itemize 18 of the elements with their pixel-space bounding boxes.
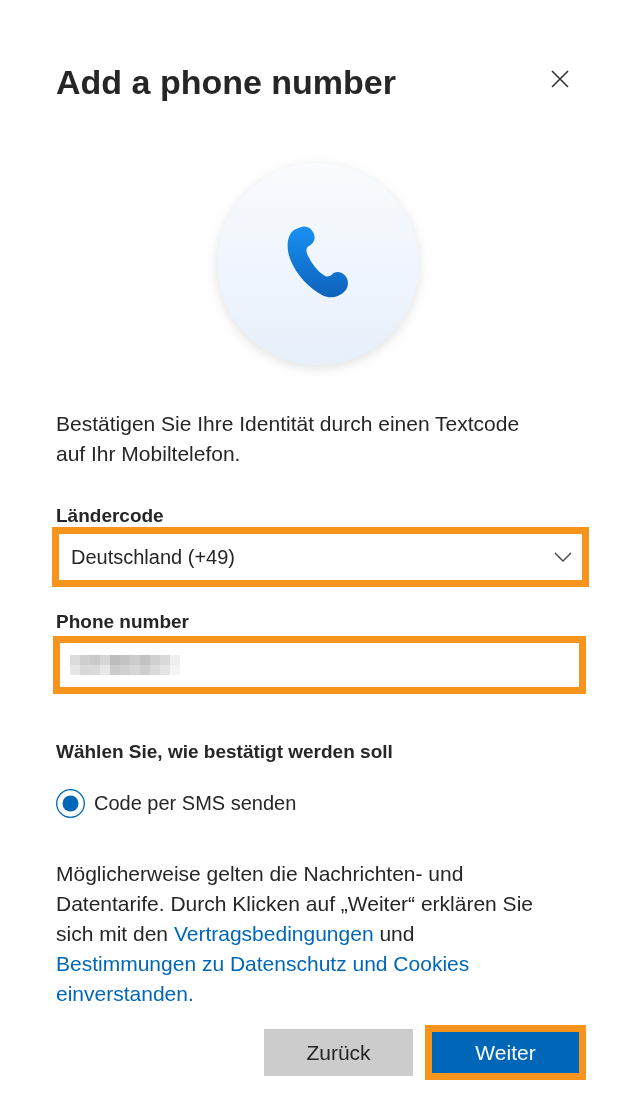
field-label: Ländercode xyxy=(56,505,165,527)
text-link[interactable]: Vertragsbedingungen xyxy=(173,922,374,945)
text-link[interactable]: einverstanden. xyxy=(56,982,194,1005)
country-code-select[interactable]: Deutschland (+49) xyxy=(52,527,589,587)
next-button[interactable]: Weiter xyxy=(425,1025,586,1080)
section-label: Wählen Sie, wie bestätigt werden soll xyxy=(56,741,394,763)
terms-notice: Möglicherweise gelten die Nachrichten- und Datentarife. Durch Klicken auf „Weiter“ erklären Sie sich mit den Vertragsbedingungen und Bestimmungen zu Datenschutz und Cookies einverstanden. xyxy=(56,861,534,1007)
dialog-title: Add a phone number xyxy=(56,62,396,102)
field-label: Phone number xyxy=(56,611,190,633)
radio-button[interactable] xyxy=(56,789,85,818)
radio-label[interactable]: Code per SMS senden xyxy=(94,789,297,818)
intro-text: Bestätigen Sie Ihre Identität durch einen Textcode auf Ihr Mobiltelefon. xyxy=(56,411,521,467)
back-button[interactable]: Zurück xyxy=(264,1029,413,1076)
close-icon xyxy=(551,70,569,88)
phone-number-field[interactable] xyxy=(53,636,586,694)
chevron-down-icon xyxy=(554,552,572,562)
text-link[interactable]: Bestimmungen zu Datenschutz und Cookies xyxy=(56,952,470,975)
phone-icon xyxy=(216,162,420,366)
